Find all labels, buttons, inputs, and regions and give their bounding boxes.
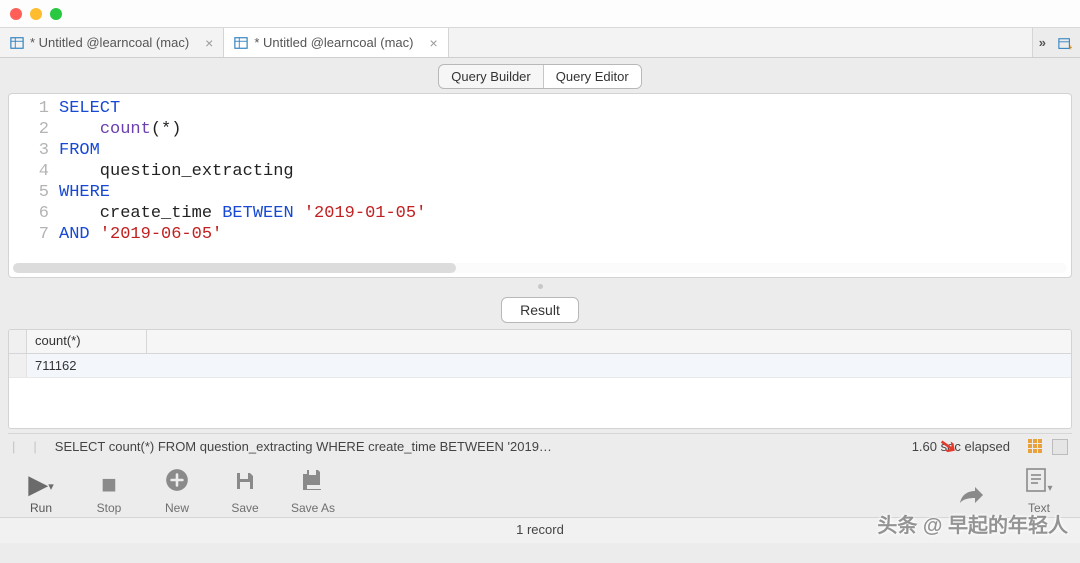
- form-view-icon[interactable]: [1052, 439, 1068, 455]
- stop-label: Stop: [97, 501, 122, 515]
- grid-cell[interactable]: 711162: [27, 355, 84, 376]
- document-icon: ▾: [1025, 467, 1052, 497]
- result-button[interactable]: Result: [501, 297, 579, 323]
- status-bar: | | SELECT count(*) FROM question_extrac…: [8, 433, 1072, 459]
- document-tab[interactable]: * Untitled @learncoal (mac) ×: [0, 28, 224, 57]
- record-count-footer: 1 record: [0, 517, 1080, 543]
- window-titlebar: [0, 0, 1080, 28]
- table-icon: [10, 36, 24, 50]
- save-as-button[interactable]: Save As: [290, 467, 336, 515]
- row-header-corner[interactable]: [9, 330, 27, 353]
- status-query-text: SELECT count(*) FROM question_extracting…: [55, 439, 552, 454]
- text-button[interactable]: ▾ Text: [1016, 467, 1062, 515]
- new-query-icon[interactable]: +: [1058, 36, 1072, 50]
- editor-content[interactable]: 1234567 SELECT count(*)FROM question_ext…: [9, 94, 1071, 261]
- row-header[interactable]: [9, 354, 27, 377]
- close-window-icon[interactable]: [10, 8, 22, 20]
- document-tab[interactable]: * Untitled @learncoal (mac) ×: [224, 28, 448, 57]
- pane-splitter[interactable]: [0, 282, 1080, 291]
- line-gutter: 1234567: [9, 98, 59, 261]
- tab-overflow-icon[interactable]: »: [1033, 35, 1052, 50]
- new-label: New: [165, 501, 189, 515]
- tab-overflow: » +: [1032, 28, 1080, 57]
- saveas-label: Save As: [291, 501, 335, 515]
- text-label: Text: [1028, 501, 1050, 515]
- save-button[interactable]: Save: [222, 469, 268, 515]
- grid-body: 711162: [9, 354, 1071, 378]
- grid-view-icon[interactable]: [1028, 439, 1044, 455]
- sql-editor[interactable]: 1234567 SELECT count(*)FROM question_ext…: [8, 93, 1072, 278]
- status-sep: |: [12, 439, 15, 454]
- mode-segmented: Query Builder Query Editor: [438, 64, 641, 89]
- grid-header: count(*): [9, 330, 1071, 354]
- status-sep: |: [33, 439, 36, 454]
- close-tab-icon[interactable]: ×: [205, 36, 213, 50]
- mode-toggle-row: Query Builder Query Editor: [0, 58, 1080, 93]
- tab-label: * Untitled @learncoal (mac): [30, 35, 189, 50]
- stop-icon: ■: [101, 471, 117, 497]
- floppy-icon: [233, 469, 257, 497]
- plus-circle-icon: [164, 467, 190, 497]
- table-row[interactable]: 711162: [9, 354, 1071, 378]
- query-editor-tab[interactable]: Query Editor: [544, 65, 641, 88]
- scrollbar-thumb[interactable]: [13, 263, 456, 273]
- bottom-toolbar: ▶▾ Run ■ Stop New Save Save As ▾ Text: [0, 459, 1080, 517]
- run-button[interactable]: ▶▾ Run: [18, 471, 64, 515]
- svg-text:+: +: [1069, 43, 1073, 52]
- share-arrow-icon: [957, 485, 985, 511]
- result-grid[interactable]: count(*) 711162: [8, 329, 1072, 429]
- play-icon: ▶▾: [28, 471, 54, 497]
- floppy-multi-icon: [300, 467, 326, 497]
- share-button[interactable]: [948, 485, 994, 515]
- result-toggle-row: Result: [0, 291, 1080, 329]
- table-icon: [234, 36, 248, 50]
- query-builder-tab[interactable]: Query Builder: [439, 65, 543, 88]
- stop-button[interactable]: ■ Stop: [86, 471, 132, 515]
- record-count-text: 1 record: [516, 522, 564, 537]
- new-button[interactable]: New: [154, 467, 200, 515]
- code-area[interactable]: SELECT count(*)FROM question_extractingW…: [59, 98, 1071, 261]
- editor-horizontal-scrollbar[interactable]: [13, 263, 1067, 273]
- minimize-window-icon[interactable]: [30, 8, 42, 20]
- column-header[interactable]: count(*): [27, 330, 147, 353]
- status-elapsed-text: 1.60 sec elapsed: [912, 439, 1010, 454]
- run-label: Run: [30, 501, 52, 515]
- tab-strip: * Untitled @learncoal (mac) × * Untitled…: [0, 28, 1080, 58]
- close-tab-icon[interactable]: ×: [430, 36, 438, 50]
- tab-label: * Untitled @learncoal (mac): [254, 35, 413, 50]
- save-label: Save: [231, 501, 258, 515]
- maximize-window-icon[interactable]: [50, 8, 62, 20]
